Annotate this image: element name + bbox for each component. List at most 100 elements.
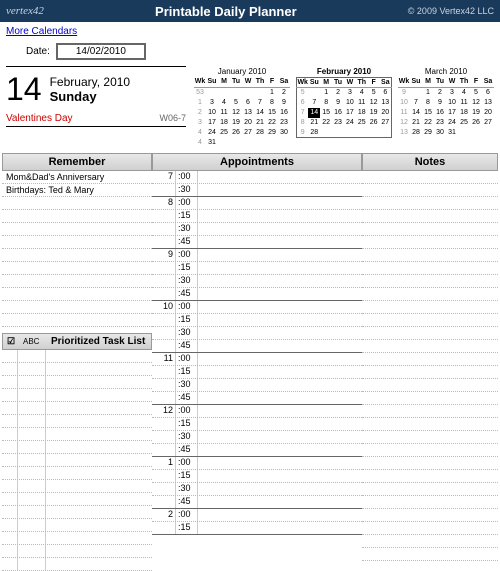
notes-line[interactable] — [362, 288, 498, 301]
notes-line[interactable] — [362, 171, 498, 184]
task-row[interactable] — [2, 415, 152, 428]
task-row[interactable] — [2, 493, 152, 506]
copyright: © 2009 Vertex42 LLC — [408, 6, 494, 16]
notes-line[interactable] — [362, 340, 498, 353]
remember-line[interactable] — [2, 210, 152, 223]
notes-line[interactable] — [362, 431, 498, 444]
task-row[interactable] — [2, 428, 152, 441]
appointment-row[interactable]: :30 — [152, 431, 362, 444]
appointment-row[interactable]: 7:00 — [152, 171, 362, 184]
appointments-header: Appointments — [152, 153, 362, 171]
notes-line[interactable] — [362, 418, 498, 431]
notes-line[interactable] — [362, 522, 498, 535]
appointment-row[interactable]: :30 — [152, 483, 362, 496]
notes-line[interactable] — [362, 301, 498, 314]
notes-line[interactable] — [362, 379, 498, 392]
notes-line[interactable] — [362, 249, 498, 262]
remember-line[interactable] — [2, 314, 152, 327]
task-header: ☑ ABC Prioritized Task List — [2, 333, 152, 350]
date-input[interactable] — [56, 43, 146, 60]
task-row[interactable] — [2, 376, 152, 389]
notes-line[interactable] — [362, 392, 498, 405]
notes-line[interactable] — [362, 210, 498, 223]
task-row[interactable] — [2, 389, 152, 402]
remember-line[interactable] — [2, 262, 152, 275]
more-calendars-link[interactable]: More Calendars — [6, 26, 77, 37]
appointment-row[interactable]: :30 — [152, 223, 362, 236]
remember-line[interactable] — [2, 301, 152, 314]
mini-calendar: January 2010WkSuMTuWThFSa531213456789210… — [194, 66, 290, 147]
notes-line[interactable] — [362, 509, 498, 522]
appointment-row[interactable]: 2:00 — [152, 509, 362, 522]
task-row[interactable] — [2, 441, 152, 454]
task-abc-label: ABC — [23, 337, 51, 346]
appointment-row[interactable]: :15 — [152, 314, 362, 327]
appointment-row[interactable]: :45 — [152, 496, 362, 509]
appointment-row[interactable]: 9:00 — [152, 249, 362, 262]
notes-line[interactable] — [362, 236, 498, 249]
appointment-row[interactable]: :45 — [152, 236, 362, 249]
appointment-row[interactable]: :45 — [152, 288, 362, 301]
notes-line[interactable] — [362, 470, 498, 483]
task-row[interactable] — [2, 545, 152, 558]
notes-line[interactable] — [362, 353, 498, 366]
appointment-row[interactable]: :30 — [152, 379, 362, 392]
appointment-row[interactable]: :15 — [152, 418, 362, 431]
notes-line[interactable] — [362, 405, 498, 418]
task-row[interactable] — [2, 506, 152, 519]
day-month-year: February, 2010 — [50, 75, 131, 89]
notes-line[interactable] — [362, 457, 498, 470]
task-row[interactable] — [2, 532, 152, 545]
notes-line[interactable] — [362, 314, 498, 327]
appointment-row[interactable]: :30 — [152, 327, 362, 340]
task-row[interactable] — [2, 402, 152, 415]
appointment-row[interactable]: :15 — [152, 522, 362, 535]
notes-line[interactable] — [362, 275, 498, 288]
task-row[interactable] — [2, 558, 152, 571]
mini-calendars: January 2010WkSuMTuWThFSa531213456789210… — [194, 66, 494, 147]
appointment-row[interactable]: :30 — [152, 184, 362, 197]
notes-line[interactable] — [362, 483, 498, 496]
notes-line[interactable] — [362, 496, 498, 509]
remember-line[interactable]: Mom&Dad's Anniversary — [2, 171, 152, 184]
task-row[interactable] — [2, 480, 152, 493]
notes-line[interactable] — [362, 366, 498, 379]
task-row[interactable] — [2, 467, 152, 480]
notes-line[interactable] — [362, 262, 498, 275]
appointment-row[interactable]: 10:00 — [152, 301, 362, 314]
appointment-row[interactable]: :45 — [152, 392, 362, 405]
remember-line[interactable] — [2, 236, 152, 249]
appointment-row[interactable]: :15 — [152, 366, 362, 379]
appointment-row[interactable]: :15 — [152, 470, 362, 483]
task-row[interactable] — [2, 363, 152, 376]
appointment-row[interactable]: :15 — [152, 262, 362, 275]
task-row[interactable] — [2, 350, 152, 363]
notes-line[interactable] — [362, 197, 498, 210]
appointment-row[interactable]: 8:00 — [152, 197, 362, 210]
remember-line[interactable] — [2, 249, 152, 262]
notes-line[interactable] — [362, 548, 498, 561]
notes-line[interactable] — [362, 535, 498, 548]
appointment-row[interactable]: 1:00 — [152, 457, 362, 470]
notes-line[interactable] — [362, 184, 498, 197]
task-row[interactable] — [2, 519, 152, 532]
appointment-row[interactable]: :45 — [152, 444, 362, 457]
appointment-row[interactable]: 12:00 — [152, 405, 362, 418]
notes-line[interactable] — [362, 444, 498, 457]
remember-line[interactable] — [2, 197, 152, 210]
remember-line[interactable] — [2, 223, 152, 236]
remember-line[interactable]: Birthdays: Ted & Mary — [2, 184, 152, 197]
task-body — [2, 350, 152, 571]
notes-line[interactable] — [362, 327, 498, 340]
appointment-row[interactable]: :15 — [152, 210, 362, 223]
remember-line[interactable] — [2, 288, 152, 301]
task-row[interactable] — [2, 454, 152, 467]
appointment-row[interactable]: 11:00 — [152, 353, 362, 366]
remember-body: Mom&Dad's AnniversaryBirthdays: Ted & Ma… — [2, 171, 152, 327]
appointment-row[interactable]: :45 — [152, 340, 362, 353]
remember-line[interactable] — [2, 275, 152, 288]
header-bar: vertex42 Printable Daily Planner © 2009 … — [0, 0, 500, 22]
appointment-row[interactable]: :30 — [152, 275, 362, 288]
holiday-text: Valentines Day — [6, 113, 73, 124]
notes-line[interactable] — [362, 223, 498, 236]
